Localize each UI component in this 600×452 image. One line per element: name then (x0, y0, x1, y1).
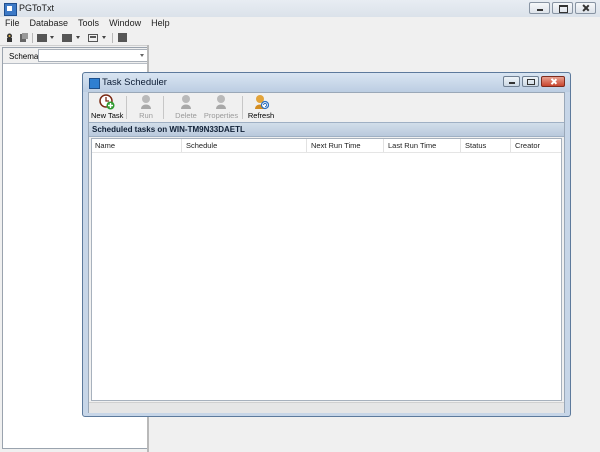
chevron-down-icon (140, 54, 144, 57)
delete-button[interactable]: Delete (173, 94, 199, 120)
view-icon[interactable] (62, 33, 72, 42)
schema-label: Schema (9, 52, 39, 61)
menu-database[interactable]: Database (25, 17, 74, 30)
refresh-label: Refresh (247, 111, 275, 120)
dialog-statusbar (89, 402, 564, 413)
run-label: Run (139, 111, 153, 120)
menu-window[interactable]: Window (104, 17, 146, 30)
dialog-close-button[interactable] (541, 76, 565, 87)
menu-tools[interactable]: Tools (73, 17, 104, 30)
refresh-button[interactable]: Refresh (247, 94, 275, 120)
column-divider[interactable] (383, 139, 384, 152)
column-divider[interactable] (181, 139, 182, 152)
toolbar-separator (32, 33, 33, 43)
stop-icon[interactable] (118, 33, 127, 42)
dialog-toolbar: New Task Run Delete Properties Refresh (89, 93, 564, 122)
column-header-next-run-time[interactable]: Next Run Time (311, 139, 361, 152)
column-header-last-run-time[interactable]: Last Run Time (388, 139, 436, 152)
new-task-icon (99, 94, 115, 110)
connect-icon[interactable] (5, 33, 14, 42)
close-button[interactable] (575, 2, 596, 14)
export-icon[interactable] (88, 33, 98, 42)
dialog-minimize-button[interactable] (503, 76, 520, 87)
toolbar-separator (112, 33, 113, 43)
column-header-status[interactable]: Status (465, 139, 486, 152)
new-task-label: New Task (91, 111, 124, 120)
column-divider[interactable] (460, 139, 461, 152)
column-header-creator[interactable]: Creator (515, 139, 540, 152)
menu-file[interactable]: File (0, 17, 25, 30)
task-scheduler-icon (89, 78, 100, 89)
dialog-titlebar[interactable]: Task Scheduler (83, 73, 570, 92)
properties-icon (216, 95, 226, 109)
delete-icon (181, 95, 191, 109)
column-header-schedule[interactable]: Schedule (186, 139, 217, 152)
header-divider (92, 152, 561, 153)
app-icon (4, 3, 17, 16)
dialog-controls (503, 76, 565, 87)
run-icon (141, 95, 151, 109)
scheduled-tasks-title: Scheduled tasks on WIN-TM9N33DAETL (92, 125, 245, 134)
main-titlebar: PGToTxt (0, 0, 600, 18)
chevron-down-icon[interactable] (102, 36, 106, 39)
column-divider[interactable] (510, 139, 511, 152)
minimize-button[interactable] (529, 2, 550, 14)
new-task-button[interactable]: New Task (91, 94, 123, 120)
menu-help[interactable]: Help (146, 17, 175, 30)
column-divider[interactable] (306, 139, 307, 152)
menubar: File Database Tools Window Help (0, 17, 600, 30)
main-toolbar (0, 30, 600, 46)
properties-button[interactable]: Properties (203, 94, 239, 120)
run-button[interactable]: Run (134, 94, 158, 120)
toolbar-separator (163, 96, 164, 119)
table-icon[interactable] (37, 33, 47, 42)
toolbar-separator (242, 96, 243, 119)
maximize-button[interactable] (552, 2, 573, 14)
schema-bar: Schema (3, 48, 148, 64)
window-controls (529, 2, 596, 14)
dialog-body: New Task Run Delete Properties Refresh S… (88, 92, 565, 413)
scheduled-tasks-header: Scheduled tasks on WIN-TM9N33DAETL (89, 122, 564, 137)
script-icon[interactable] (19, 33, 28, 42)
chevron-down-icon[interactable] (50, 36, 54, 39)
properties-label: Properties (203, 111, 239, 120)
chevron-down-icon[interactable] (76, 36, 80, 39)
toolbar-separator (126, 96, 127, 119)
column-header-name[interactable]: Name (95, 139, 115, 152)
dialog-title: Task Scheduler (102, 77, 167, 88)
app-title: PGToTxt (19, 3, 55, 13)
task-scheduler-dialog: Task Scheduler New Task Run Delete Prope… (82, 72, 571, 417)
delete-label: Delete (175, 111, 197, 120)
task-list[interactable]: Name Schedule Next Run Time Last Run Tim… (91, 138, 562, 401)
dialog-maximize-button[interactable] (522, 76, 539, 87)
schema-dropdown[interactable] (38, 49, 148, 62)
refresh-icon (255, 95, 269, 110)
